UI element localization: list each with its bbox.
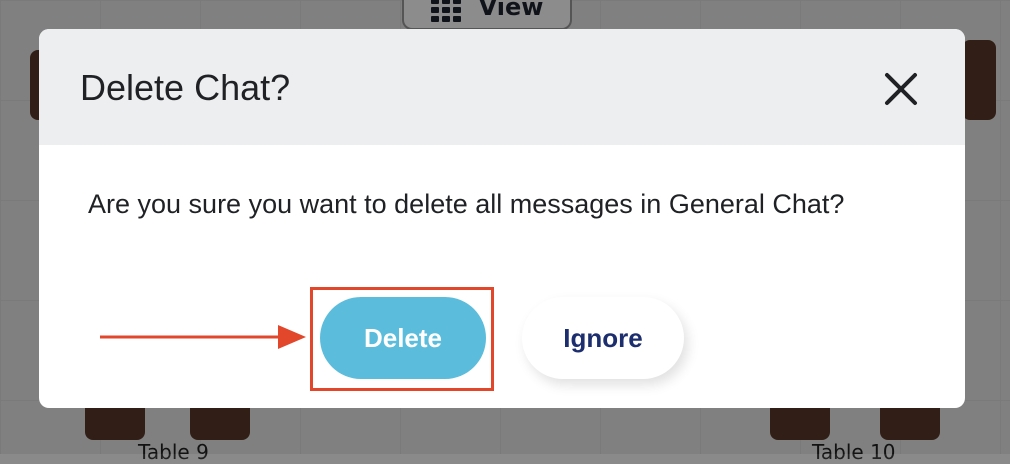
ignore-button[interactable]: Ignore [522, 297, 684, 379]
dialog-message: Are you sure you want to delete all mess… [88, 189, 845, 219]
delete-highlight-box [310, 287, 494, 391]
dialog-title: Delete Chat? [80, 67, 291, 108]
close-icon [885, 73, 917, 105]
arrow-right-icon [100, 325, 306, 349]
dialog-header: Delete Chat? [39, 29, 965, 145]
close-button[interactable] [881, 69, 921, 109]
